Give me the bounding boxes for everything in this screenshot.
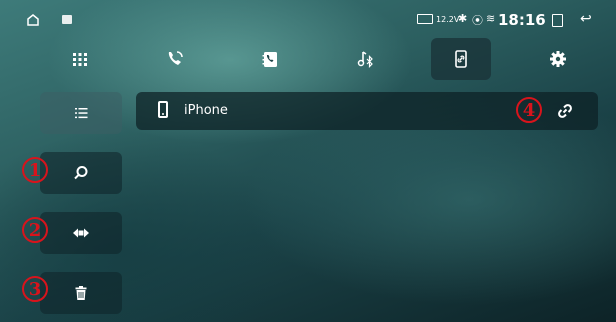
search-icon bbox=[74, 166, 88, 180]
tab-keypad[interactable] bbox=[50, 38, 110, 80]
pair-icon bbox=[73, 228, 89, 238]
link-icon[interactable] bbox=[555, 101, 575, 121]
notification-icon bbox=[62, 15, 72, 24]
recent-apps-icon[interactable] bbox=[552, 14, 563, 27]
tab-call-log[interactable] bbox=[145, 38, 205, 80]
home-icon[interactable] bbox=[26, 13, 40, 27]
annotation-marker-1: 1 bbox=[22, 157, 48, 183]
tab-settings[interactable] bbox=[528, 38, 588, 80]
device-link-icon bbox=[455, 50, 467, 68]
bluetooth-icon: ✱ bbox=[458, 12, 468, 25]
back-icon[interactable]: ↩ bbox=[580, 11, 592, 27]
pair-button[interactable] bbox=[40, 212, 122, 254]
tab-bluetooth-music[interactable] bbox=[335, 38, 395, 80]
annotation-marker-4: 4 bbox=[516, 97, 542, 123]
contacts-icon bbox=[262, 52, 277, 67]
bluetooth-app-screen: 12.2V ✱ ⦿ ≋ 18:16 ↩ iPhone 1 2 3 4 bbox=[0, 0, 616, 322]
battery-indicator: 12.2V bbox=[417, 14, 459, 24]
tab-device-link[interactable] bbox=[431, 38, 491, 80]
clock: 18:16 bbox=[498, 11, 546, 29]
device-name: iPhone bbox=[184, 103, 228, 118]
delete-button[interactable] bbox=[40, 272, 122, 314]
phone-icon bbox=[158, 101, 168, 118]
battery-icon bbox=[417, 14, 433, 24]
trash-icon bbox=[75, 286, 87, 300]
list-icon bbox=[75, 108, 88, 119]
annotation-marker-3: 3 bbox=[22, 276, 48, 302]
wifi-icon: ≋ bbox=[486, 12, 496, 25]
list-button[interactable] bbox=[40, 92, 122, 134]
bluetooth-music-icon bbox=[357, 51, 373, 68]
location-icon: ⦿ bbox=[472, 14, 483, 27]
keypad-icon bbox=[73, 53, 87, 66]
battery-voltage: 12.2V bbox=[436, 14, 460, 24]
search-button[interactable] bbox=[40, 152, 122, 194]
tab-contacts[interactable] bbox=[240, 38, 300, 80]
call-log-icon bbox=[168, 51, 183, 65]
settings-icon bbox=[550, 51, 566, 67]
annotation-marker-2: 2 bbox=[22, 217, 48, 243]
status-bar: 12.2V ✱ ⦿ ≋ 18:16 ↩ bbox=[0, 0, 616, 40]
